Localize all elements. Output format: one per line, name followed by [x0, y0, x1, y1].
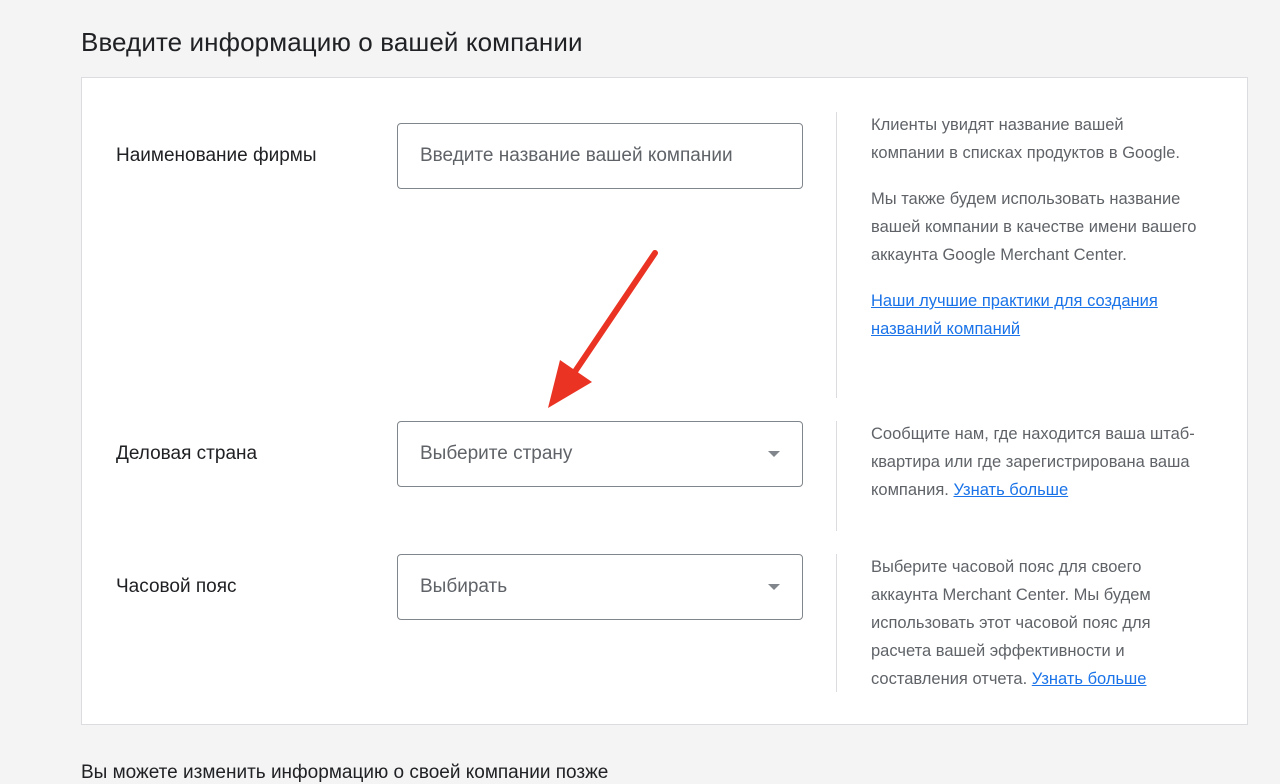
- footer-note: Вы можете изменить информацию о своей ко…: [81, 762, 609, 783]
- time-zone-help-text: Выберите часовой пояс для своего аккаунт…: [871, 558, 1151, 688]
- best-practices-link[interactable]: Наши лучшие практики для создания назван…: [871, 292, 1158, 338]
- help-divider: [836, 112, 837, 398]
- business-name-input[interactable]: [420, 145, 780, 167]
- red-arrow-icon: [548, 250, 658, 408]
- help-divider: [836, 421, 837, 531]
- business-name-help-text: Клиенты увидят название вашей компании в…: [871, 116, 1181, 162]
- time-zone-select-value: Выбирать: [420, 576, 508, 597]
- chevron-down-icon: [768, 451, 780, 457]
- learn-more-link[interactable]: Узнать больше: [953, 481, 1068, 499]
- business-name-help: Клиенты увидят название вашей компании в…: [871, 111, 1201, 343]
- business-name-label: Наименование фирмы: [116, 145, 317, 166]
- time-zone-select[interactable]: Выбирать: [397, 554, 803, 620]
- country-select[interactable]: Выберите страну: [397, 421, 803, 487]
- business-country-label: Деловая страна: [116, 443, 258, 464]
- chevron-down-icon: [768, 584, 780, 590]
- country-select-value: Выберите страну: [420, 443, 573, 464]
- time-zone-help: Выберите часовой пояс для своего аккаунт…: [871, 553, 1201, 693]
- time-zone-label: Часовой пояс: [116, 576, 237, 597]
- business-country-help: Сообщите нам, где находится ваша штаб-кв…: [871, 420, 1201, 504]
- page-title: Введите информацию о вашей компании: [81, 27, 583, 57]
- business-name-field[interactable]: [397, 123, 803, 189]
- learn-more-link[interactable]: Узнать больше: [1032, 670, 1147, 688]
- business-name-help-text-2: Мы также будем использовать название ваш…: [871, 190, 1197, 264]
- help-divider: [836, 554, 837, 692]
